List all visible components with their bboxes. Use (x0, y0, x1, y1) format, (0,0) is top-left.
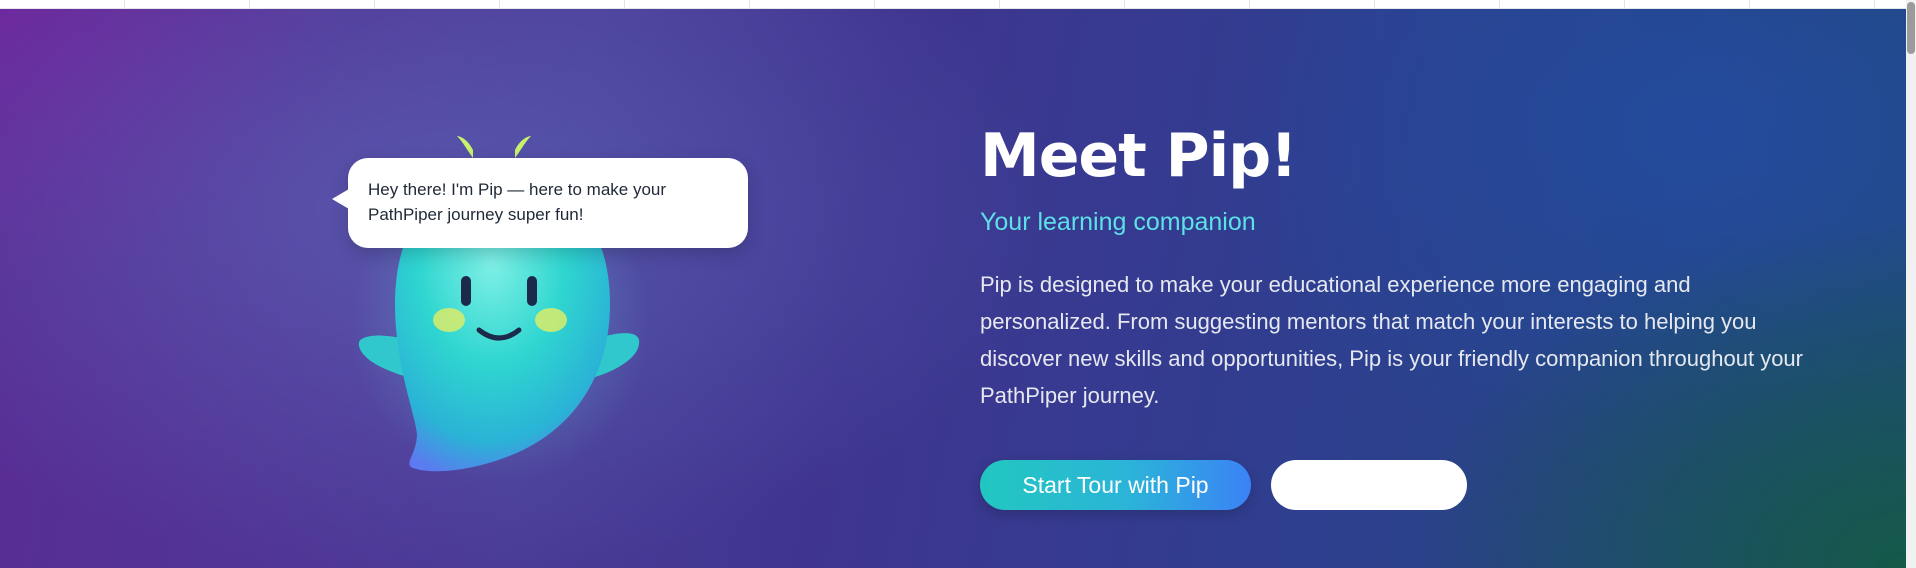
secondary-button[interactable] (1271, 460, 1467, 510)
page-subtitle: Your learning companion (980, 208, 1256, 236)
hero-section: Hey there! I'm Pip — here to make your P… (0, 9, 1906, 568)
hero-description: Pip is designed to make your educational… (980, 272, 1803, 408)
start-tour-button[interactable]: Start Tour with Pip (980, 460, 1251, 510)
hero-buttons: Start Tour with Pip (980, 460, 1810, 510)
hero-content: Meet Pip! Your learning companion Pip is… (980, 114, 1810, 510)
scrollbar[interactable] (1906, 0, 1916, 568)
speech-bubble: Hey there! I'm Pip — here to make your P… (332, 158, 748, 248)
page-title: Meet Pip! (980, 121, 1298, 191)
top-strip (0, 0, 1906, 9)
speech-bubble-text: Hey there! I'm Pip — here to make your P… (368, 180, 667, 224)
scrollbar-thumb[interactable] (1907, 2, 1915, 54)
speech-bubble-tail (332, 189, 349, 209)
